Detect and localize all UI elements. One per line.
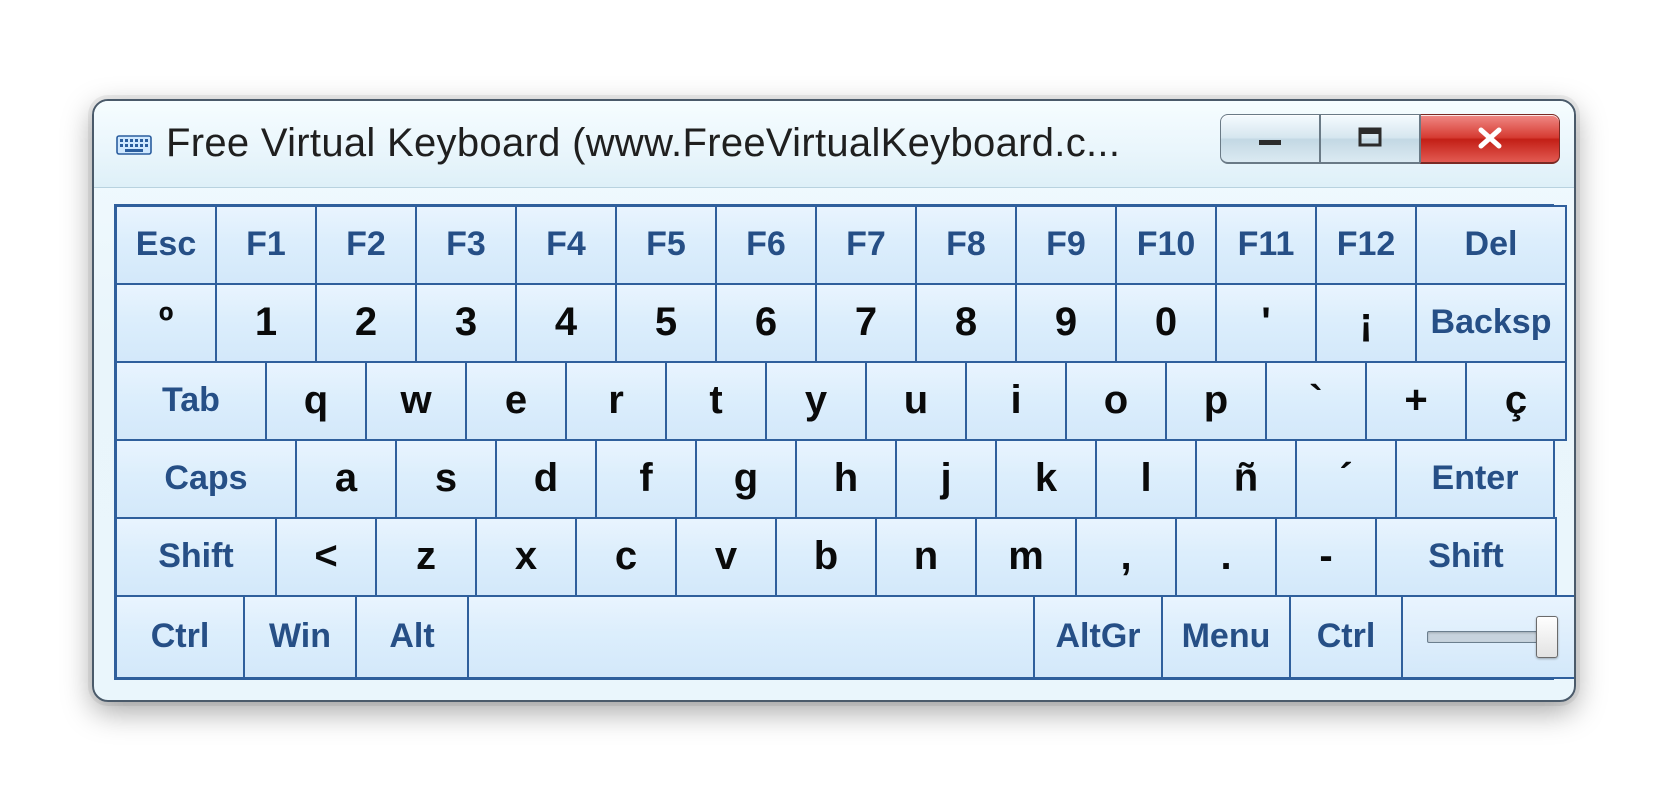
window-title: Free Virtual Keyboard (www.FreeVirtualKe…	[166, 121, 1206, 166]
key-r[interactable]: r	[565, 361, 667, 441]
key-x[interactable]: x	[475, 517, 577, 597]
key-a[interactable]: a	[295, 439, 397, 519]
app-window: Free Virtual Keyboard (www.FreeVirtualKe…	[92, 99, 1576, 702]
key-u[interactable]: u	[865, 361, 967, 441]
key-q[interactable]: q	[265, 361, 367, 441]
key-n[interactable]: n	[875, 517, 977, 597]
minimize-button[interactable]	[1220, 114, 1320, 164]
key-period[interactable]: .	[1175, 517, 1277, 597]
key-3[interactable]: 3	[415, 283, 517, 363]
key-f4[interactable]: F4	[515, 205, 617, 285]
key-capslock[interactable]: Caps	[115, 439, 297, 519]
key-lessthan[interactable]: <	[275, 517, 377, 597]
titlebar[interactable]: Free Virtual Keyboard (www.FreeVirtualKe…	[94, 101, 1574, 188]
key-row-numbers: º 1 2 3 4 5 6 7 8 9 0 ' ¡ Backsp	[116, 284, 1552, 362]
key-tab[interactable]: Tab	[115, 361, 267, 441]
key-h[interactable]: h	[795, 439, 897, 519]
key-acute[interactable]: ´	[1295, 439, 1397, 519]
key-grave[interactable]: `	[1265, 361, 1367, 441]
keyboard-grid: Esc F1 F2 F3 F4 F5 F6 F7 F8 F9 F10 F11 F…	[114, 204, 1554, 680]
transparency-slider-cell	[1401, 595, 1576, 679]
key-f5[interactable]: F5	[615, 205, 717, 285]
key-f6[interactable]: F6	[715, 205, 817, 285]
key-b[interactable]: b	[775, 517, 877, 597]
key-k[interactable]: k	[995, 439, 1097, 519]
key-z[interactable]: z	[375, 517, 477, 597]
key-row-home: Caps a s d f g h j k l ñ ´ Enter	[116, 440, 1552, 518]
key-row-modifiers: Ctrl Win Alt AltGr Menu Ctrl	[116, 596, 1552, 678]
key-l[interactable]: l	[1095, 439, 1197, 519]
key-2[interactable]: 2	[315, 283, 417, 363]
key-0[interactable]: 0	[1115, 283, 1217, 363]
key-f12[interactable]: F12	[1315, 205, 1417, 285]
maximize-button[interactable]	[1320, 114, 1420, 164]
key-1[interactable]: 1	[215, 283, 317, 363]
close-button[interactable]	[1420, 114, 1560, 164]
key-shift-left[interactable]: Shift	[115, 517, 277, 597]
key-y[interactable]: y	[765, 361, 867, 441]
key-j[interactable]: j	[895, 439, 997, 519]
key-7[interactable]: 7	[815, 283, 917, 363]
key-minus[interactable]: -	[1275, 517, 1377, 597]
minimize-icon	[1253, 128, 1287, 148]
key-delete[interactable]: Del	[1415, 205, 1567, 285]
key-p[interactable]: p	[1165, 361, 1267, 441]
key-inverted-exclamation[interactable]: ¡	[1315, 283, 1417, 363]
key-f11[interactable]: F11	[1215, 205, 1317, 285]
key-5[interactable]: 5	[615, 283, 717, 363]
key-space[interactable]	[467, 595, 1035, 679]
key-d[interactable]: d	[495, 439, 597, 519]
key-altgr[interactable]: AltGr	[1033, 595, 1163, 679]
key-f10[interactable]: F10	[1115, 205, 1217, 285]
key-f7[interactable]: F7	[815, 205, 917, 285]
key-alt-left[interactable]: Alt	[355, 595, 469, 679]
key-f1[interactable]: F1	[215, 205, 317, 285]
transparency-slider[interactable]	[1427, 631, 1553, 643]
key-row-bottom: Shift < z x c v b n m , . - Shift	[116, 518, 1552, 596]
key-ctrl-right[interactable]: Ctrl	[1289, 595, 1403, 679]
key-o[interactable]: o	[1065, 361, 1167, 441]
key-menu[interactable]: Menu	[1161, 595, 1291, 679]
key-4[interactable]: 4	[515, 283, 617, 363]
key-ntilde[interactable]: ñ	[1195, 439, 1297, 519]
key-backspace[interactable]: Backsp	[1415, 283, 1567, 363]
key-f[interactable]: f	[595, 439, 697, 519]
slider-thumb-icon[interactable]	[1536, 616, 1558, 658]
key-ordinal[interactable]: º	[115, 283, 217, 363]
key-ccedilla[interactable]: ç	[1465, 361, 1567, 441]
key-shift-right[interactable]: Shift	[1375, 517, 1557, 597]
close-icon	[1470, 125, 1510, 151]
key-w[interactable]: w	[365, 361, 467, 441]
maximize-icon	[1353, 126, 1387, 150]
key-s[interactable]: s	[395, 439, 497, 519]
client-area: Esc F1 F2 F3 F4 F5 F6 F7 F8 F9 F10 F11 F…	[94, 188, 1574, 700]
key-f2[interactable]: F2	[315, 205, 417, 285]
key-6[interactable]: 6	[715, 283, 817, 363]
key-f9[interactable]: F9	[1015, 205, 1117, 285]
key-win[interactable]: Win	[243, 595, 357, 679]
key-f3[interactable]: F3	[415, 205, 517, 285]
key-g[interactable]: g	[695, 439, 797, 519]
keyboard-app-icon	[116, 130, 152, 158]
key-m[interactable]: m	[975, 517, 1077, 597]
key-esc[interactable]: Esc	[115, 205, 217, 285]
key-row-qwerty: Tab q w e r t y u i o p ` + ç	[116, 362, 1552, 440]
key-f8[interactable]: F8	[915, 205, 1017, 285]
key-t[interactable]: t	[665, 361, 767, 441]
key-plus[interactable]: +	[1365, 361, 1467, 441]
key-9[interactable]: 9	[1015, 283, 1117, 363]
key-c[interactable]: c	[575, 517, 677, 597]
window-caption-buttons	[1220, 111, 1560, 167]
key-apostrophe[interactable]: '	[1215, 283, 1317, 363]
key-enter[interactable]: Enter	[1395, 439, 1555, 519]
key-row-function: Esc F1 F2 F3 F4 F5 F6 F7 F8 F9 F10 F11 F…	[116, 206, 1552, 284]
key-ctrl-left[interactable]: Ctrl	[115, 595, 245, 679]
key-comma[interactable]: ,	[1075, 517, 1177, 597]
key-v[interactable]: v	[675, 517, 777, 597]
key-e[interactable]: e	[465, 361, 567, 441]
key-i[interactable]: i	[965, 361, 1067, 441]
key-8[interactable]: 8	[915, 283, 1017, 363]
